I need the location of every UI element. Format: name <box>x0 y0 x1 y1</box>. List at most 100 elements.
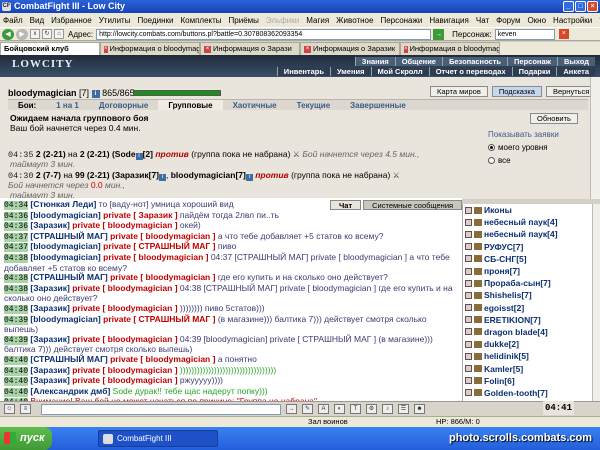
chat-time[interactable]: 04:40 <box>4 377 29 387</box>
fight-tab[interactable]: Хаотичные <box>223 100 287 110</box>
info-icon[interactable] <box>474 267 482 275</box>
close-icon[interactable]: × <box>558 29 569 39</box>
radio-all[interactable]: все <box>488 156 583 165</box>
chat-author[interactable]: [bloodymagician] <box>30 241 100 252</box>
start-button[interactable]: пуск <box>0 427 52 450</box>
header-button[interactable]: Карта миров <box>430 86 488 97</box>
chat-author[interactable]: [Заразик] <box>30 375 69 385</box>
radio-dot[interactable] <box>488 144 495 151</box>
close-icon[interactable]: × <box>404 45 408 53</box>
chat-time[interactable]: 04:36 <box>4 211 29 221</box>
chat-private-target[interactable]: private [ bloodymagician ] <box>70 283 180 293</box>
chat-time[interactable]: 04:38 <box>4 274 29 284</box>
user-list-item[interactable]: небесный паук [4] <box>463 216 592 228</box>
refresh-icon[interactable]: ↻ <box>42 29 52 39</box>
clear-icon[interactable]: ✎ <box>302 404 313 414</box>
info-icon[interactable] <box>474 279 482 287</box>
chat-author[interactable]: [bloodymagician] <box>30 314 100 324</box>
friends-icon[interactable]: ☻ <box>414 404 425 414</box>
user-list-item[interactable]: Folin [6] <box>463 375 592 387</box>
smile-icon[interactable]: ☺ <box>4 404 15 414</box>
browser-tab[interactable]: × Информация о Зарази <box>200 42 300 55</box>
user-list-item[interactable]: Иконы <box>463 204 592 216</box>
user-name[interactable]: ERETIKION <box>484 315 530 325</box>
radio-dot[interactable] <box>488 157 495 164</box>
menu-item[interactable]: Окно <box>527 16 546 25</box>
chat-author[interactable]: [Заразик] <box>30 283 69 293</box>
info-icon[interactable]: i <box>91 89 100 98</box>
fight-player[interactable]: (Заразик <box>112 170 149 180</box>
user-list-item[interactable]: РУФУС [7] <box>463 241 592 253</box>
send-icon[interactable]: → <box>286 404 297 414</box>
persona-input[interactable]: keven <box>494 28 555 40</box>
menu-item[interactable]: Приёмы <box>229 16 259 25</box>
settings-icon[interactable]: ⚙ <box>366 404 377 414</box>
browser-tab[interactable]: ×Информация о bloodymagician <box>100 42 200 55</box>
menu-item[interactable]: Животное <box>336 16 373 25</box>
user-name[interactable]: egoisst <box>484 303 514 313</box>
fight-tab[interactable]: Групповые <box>158 100 223 110</box>
chat-input[interactable] <box>41 403 281 415</box>
user-name[interactable]: Прораба-сын <box>484 278 540 288</box>
user-list-item[interactable]: проня [7] <box>463 265 592 277</box>
back-button[interactable]: ◀ <box>2 28 14 40</box>
user-name[interactable]: небесный паук <box>484 229 547 239</box>
chat-author[interactable]: [Александрик дмб] <box>30 386 110 396</box>
header-nav-item[interactable]: Подарки <box>511 67 557 76</box>
user-list-item[interactable]: Прораба-сын [7] <box>463 277 592 289</box>
menu-item[interactable]: Магия <box>306 16 329 25</box>
user-list-item[interactable]: СБ-СНГ [5] <box>463 253 592 265</box>
chat-tab[interactable]: Системные сообщения <box>363 200 463 210</box>
header-nav-item[interactable]: Знания <box>354 57 395 66</box>
palette-icon[interactable]: ◐ <box>334 404 345 414</box>
info-icon[interactable] <box>474 352 482 360</box>
browser-tab[interactable]: × Информация о Заразик <box>300 42 400 55</box>
menu-item[interactable]: Комплекты <box>180 16 221 25</box>
taskbar-item[interactable]: CombatFight III <box>98 430 218 447</box>
chat-private-target[interactable]: private [ СТРАШНЫЙ МАГ ] <box>101 241 218 252</box>
user-name[interactable]: Kamler <box>484 364 513 374</box>
user-list-item[interactable]: dukke [2] <box>463 338 592 350</box>
header-nav-item[interactable]: Отчет о переводах <box>428 67 512 76</box>
header-nav-item[interactable]: Персонаж <box>507 57 557 66</box>
menu-item[interactable]: Персонажи <box>380 16 422 25</box>
fight-player-2[interactable]: bloodymagician <box>171 170 236 180</box>
menu-item[interactable]: Вид <box>30 16 44 25</box>
user-name[interactable]: СБ-СНГ <box>484 254 516 264</box>
close-icon[interactable]: × <box>304 45 311 53</box>
chat-private-target[interactable]: private [ bloodymagician ] <box>108 272 218 282</box>
chat-private-target[interactable]: private [ Заразик ] <box>101 210 180 220</box>
info-icon[interactable] <box>474 206 482 214</box>
info-icon[interactable] <box>474 243 482 251</box>
user-name[interactable]: небесный паук <box>484 217 547 227</box>
radio-my-level[interactable]: моего уровня <box>488 143 583 152</box>
chat-author[interactable]: [СТРАШНЫЙ МАГ] <box>30 272 107 282</box>
header-button[interactable]: Подсказка <box>491 86 542 97</box>
info-icon[interactable] <box>474 316 482 324</box>
filter-icon[interactable]: ≡ <box>20 404 31 414</box>
user-list-item[interactable]: egoisst [2] <box>463 302 592 314</box>
chat-author[interactable]: [СТРАШНЫЙ МАГ] <box>30 354 107 364</box>
chat-time[interactable]: 04:38 <box>4 304 29 314</box>
fight-tab[interactable]: Текущие <box>287 100 341 110</box>
info-icon[interactable]: i <box>135 153 143 160</box>
menu-item[interactable]: Файл <box>3 16 23 25</box>
user-list-item[interactable]: ERETIKION [7] <box>463 314 592 326</box>
user-name[interactable]: dragon blade <box>484 327 537 337</box>
maximize-button[interactable]: □ <box>575 1 586 12</box>
chat-private-target[interactable]: private [ bloodymagician ] <box>108 231 218 241</box>
chat-tab[interactable]: Чат <box>330 200 362 210</box>
chat-time[interactable]: 04:40 <box>4 355 29 365</box>
user-name[interactable]: Folin <box>484 376 504 386</box>
user-name[interactable]: Иконы <box>484 205 512 215</box>
menu-item[interactable]: Форум <box>496 16 520 25</box>
translit-icon[interactable]: T <box>350 404 361 414</box>
chat-time[interactable]: 04:37 <box>4 243 29 253</box>
panel-scrollbar[interactable] <box>590 77 600 199</box>
user-list-item[interactable]: небесный паук [4] <box>463 228 592 240</box>
chat-private-target[interactable]: private [ bloodymagician ] <box>70 375 180 385</box>
chat-author[interactable]: [Заразик] <box>30 334 69 344</box>
chat-time[interactable]: 04:37 <box>4 232 29 242</box>
chat-author[interactable]: [СТРАШНЫЙ МАГ] <box>30 231 107 241</box>
fight-tab[interactable]: Договорные <box>89 100 159 110</box>
